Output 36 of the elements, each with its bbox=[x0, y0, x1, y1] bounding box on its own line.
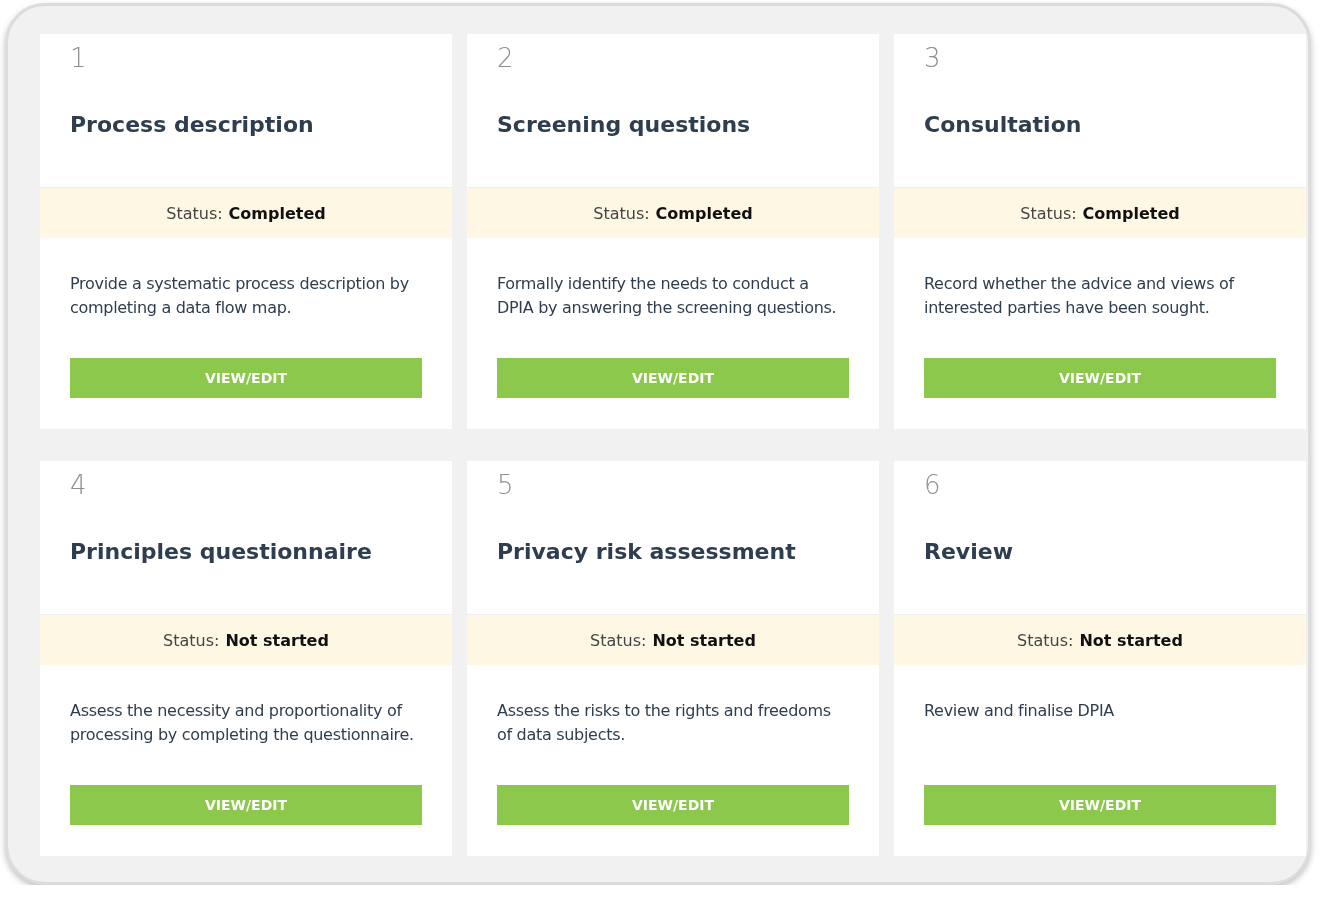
step-number: 3 bbox=[924, 42, 942, 74]
step-title: Privacy risk assessment bbox=[497, 539, 797, 564]
status-label: Status: bbox=[593, 203, 650, 223]
view-edit-button[interactable]: VIEW/EDIT bbox=[497, 785, 849, 825]
status-value: Not started bbox=[1079, 630, 1183, 650]
step-title: Screening questions bbox=[497, 112, 752, 137]
step-number: 4 bbox=[70, 469, 88, 501]
view-edit-button[interactable]: VIEW/EDIT bbox=[70, 358, 422, 398]
view-edit-button[interactable]: VIEW/EDIT bbox=[924, 785, 1276, 825]
status-value: Completed bbox=[1082, 203, 1180, 223]
step-number: 1 bbox=[70, 42, 88, 74]
step-title: Review bbox=[924, 539, 1014, 564]
step-title: Principles questionnaire bbox=[70, 539, 373, 564]
status-label: Status: bbox=[166, 203, 223, 223]
status-label: Status: bbox=[1017, 630, 1074, 650]
step-description: Formally identify the needs to conduct a DPIA by answering the screening questions. bbox=[497, 273, 838, 319]
view-edit-button[interactable]: VIEW/EDIT bbox=[924, 358, 1276, 398]
step-title: Process description bbox=[70, 112, 315, 137]
status-label: Status: bbox=[163, 630, 220, 650]
step-description: Provide a systematic process description by completing a data flow map. bbox=[70, 273, 410, 319]
step-number: 2 bbox=[497, 42, 515, 74]
view-edit-button[interactable]: VIEW/EDIT bbox=[70, 785, 422, 825]
step-title: Consultation bbox=[924, 112, 1083, 137]
step-description: Review and finalise DPIA bbox=[924, 700, 1115, 722]
step-description: Assess the necessity and proportionality of processing by completing the questionnaire. bbox=[70, 700, 415, 746]
step-number: 6 bbox=[924, 469, 942, 501]
view-edit-button[interactable]: VIEW/EDIT bbox=[497, 358, 849, 398]
status-value: Not started bbox=[652, 630, 756, 650]
status-value: Not started bbox=[225, 630, 329, 650]
status-label: Status: bbox=[590, 630, 647, 650]
step-number: 5 bbox=[497, 469, 515, 501]
status-value: Completed bbox=[655, 203, 753, 223]
step-description: Assess the risks to the rights and freedoms of data subjects. bbox=[497, 700, 832, 746]
step-description: Record whether the advice and views of interested parties have been sought. bbox=[924, 273, 1236, 319]
status-label: Status: bbox=[1020, 203, 1077, 223]
status-value: Completed bbox=[228, 203, 326, 223]
